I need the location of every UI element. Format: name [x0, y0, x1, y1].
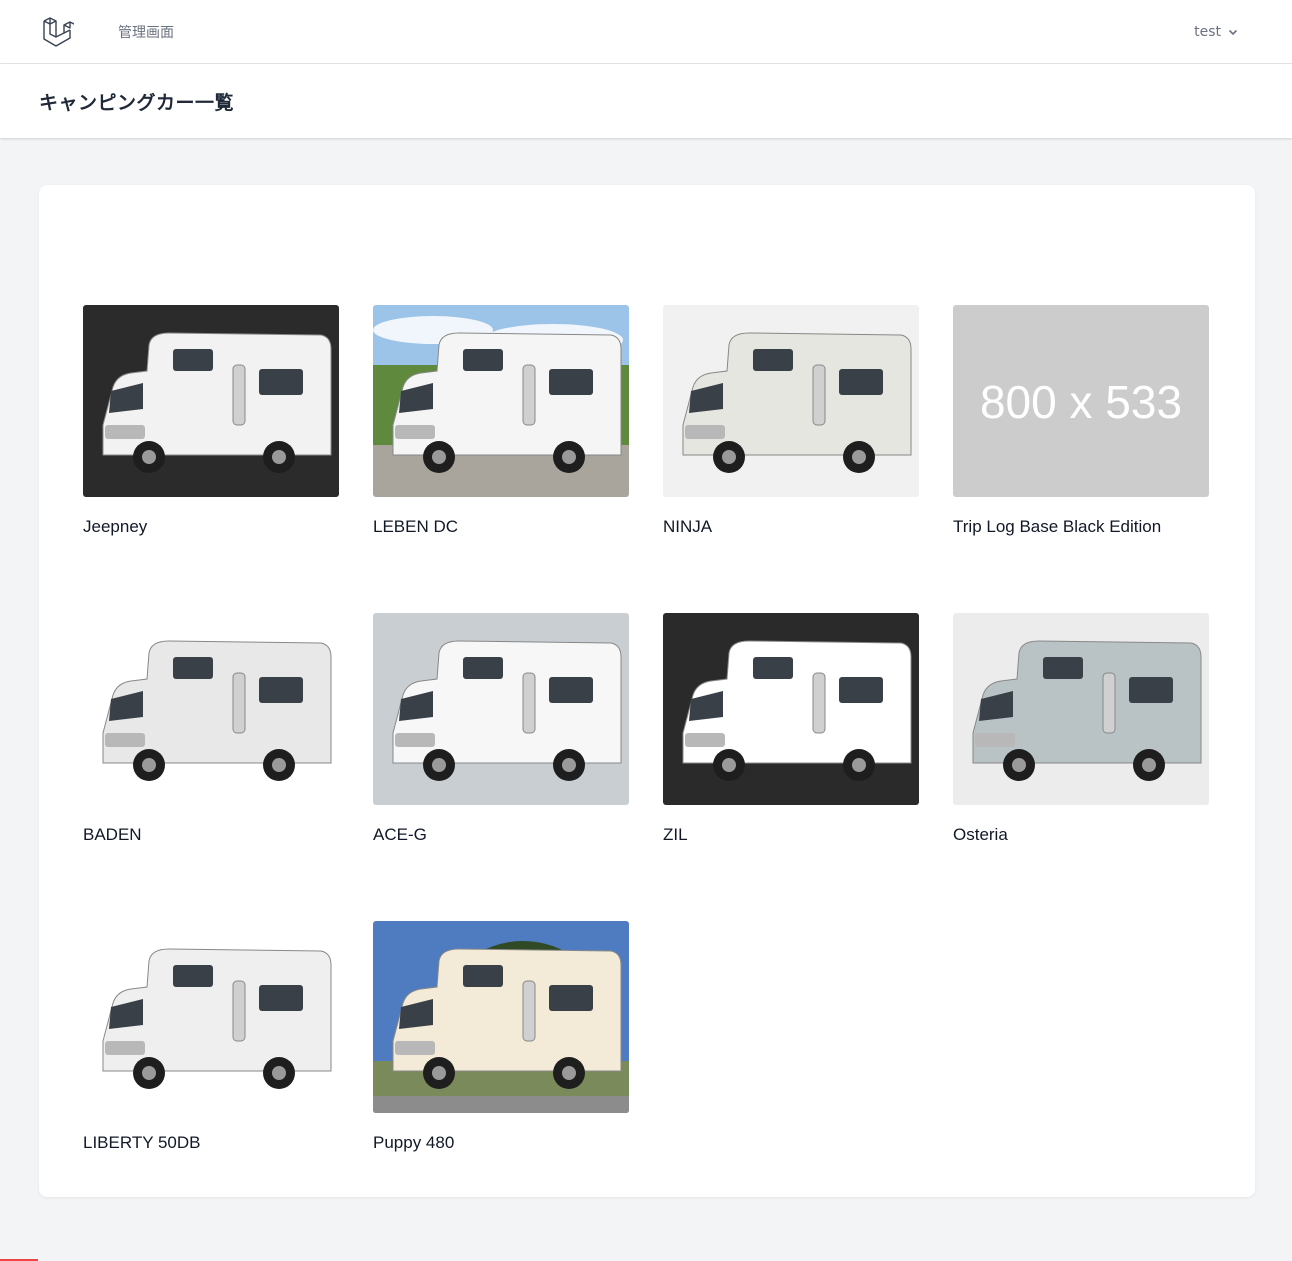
car-card[interactable]: ACE-G [373, 613, 629, 845]
car-card[interactable]: LIBERTY 50DB [83, 921, 339, 1153]
chevron-down-icon [1228, 29, 1238, 35]
car-name[interactable]: LIBERTY 50DB [83, 1133, 339, 1153]
car-image[interactable] [83, 305, 339, 497]
laravel-logo-icon[interactable] [40, 14, 76, 50]
car-name[interactable]: LEBEN DC [373, 517, 629, 537]
car-image[interactable] [83, 613, 339, 805]
page-header: キャンピングカー一覧 [0, 64, 1292, 138]
car-card[interactable]: NINJA [663, 305, 919, 537]
car-image[interactable] [373, 305, 629, 497]
car-image[interactable] [663, 613, 919, 805]
car-grid: Jeepney LEBEN DC NINJA 800 x 533 Trip Log Ba… [83, 305, 1209, 1153]
car-name[interactable]: Jeepney [83, 517, 339, 537]
page-title: キャンピングカー一覧 [39, 91, 235, 114]
car-image[interactable] [663, 305, 919, 497]
car-image[interactable] [373, 921, 629, 1113]
car-card[interactable]: Puppy 480 [373, 921, 629, 1153]
car-image-placeholder[interactable]: 800 x 533 [953, 305, 1209, 497]
car-name[interactable]: BADEN [83, 825, 339, 845]
nav-link-admin[interactable]: 管理画面 [118, 22, 174, 42]
car-name[interactable]: Trip Log Base Black Edition [953, 517, 1209, 537]
car-name[interactable]: ACE-G [373, 825, 629, 845]
top-navbar: 管理画面 test [0, 0, 1292, 64]
car-card[interactable]: BADEN [83, 613, 339, 845]
car-card[interactable]: Osteria [953, 613, 1209, 845]
car-card[interactable]: ZIL [663, 613, 919, 845]
car-image[interactable] [953, 613, 1209, 805]
car-card[interactable]: 800 x 533 Trip Log Base Black Edition [953, 305, 1209, 537]
car-name[interactable]: ZIL [663, 825, 919, 845]
content-panel: Jeepney LEBEN DC NINJA 800 x 533 Trip Log Ba… [39, 185, 1255, 1197]
user-name: test [1194, 23, 1221, 40]
car-name[interactable]: Puppy 480 [373, 1133, 629, 1153]
placeholder-size-text: 800 x 533 [980, 376, 1182, 428]
car-card[interactable]: LEBEN DC [373, 305, 629, 537]
car-name[interactable]: NINJA [663, 517, 919, 537]
car-image[interactable] [373, 613, 629, 805]
car-image[interactable] [83, 921, 339, 1113]
user-menu-dropdown[interactable]: test [1194, 24, 1239, 40]
car-name[interactable]: Osteria [953, 825, 1209, 845]
car-card[interactable]: Jeepney [83, 305, 339, 537]
